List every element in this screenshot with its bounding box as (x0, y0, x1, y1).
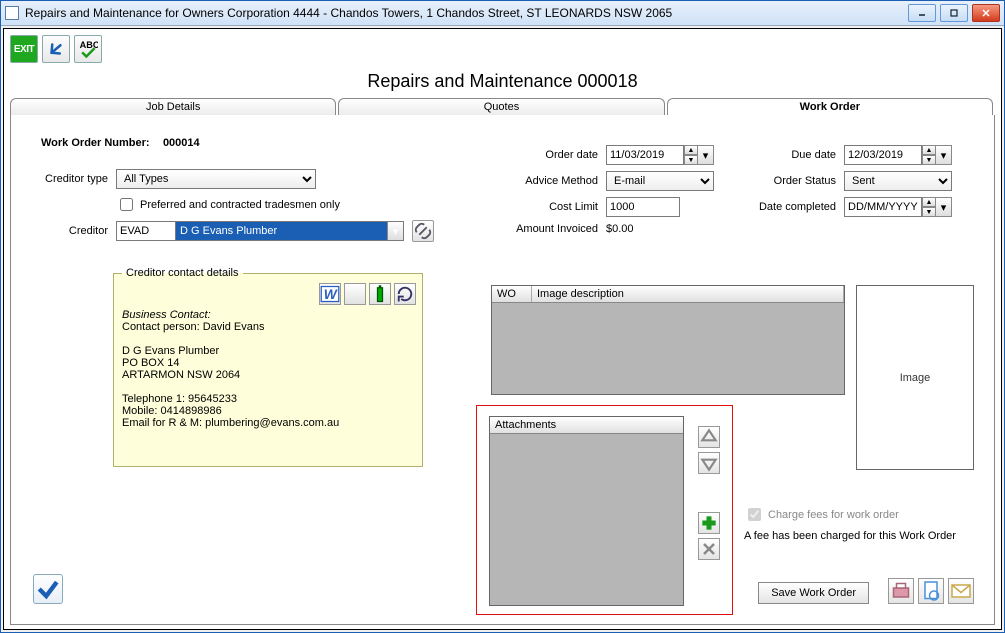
preview-icon[interactable] (918, 578, 944, 604)
charge-fees-input (748, 508, 761, 521)
creditor-addr2: ARTARMON NSW 2064 (122, 369, 414, 381)
app-icon (5, 6, 19, 20)
advice-method-label: Advice Method (491, 175, 606, 187)
creditor-type-label: Creditor type (31, 173, 116, 185)
contact-person: Contact person: David Evans (122, 321, 414, 333)
order-date-label: Order date (491, 149, 606, 161)
spellcheck-button[interactable]: ABC (74, 35, 102, 63)
maximize-button[interactable] (940, 4, 968, 22)
cost-limit-label: Cost Limit (491, 201, 606, 213)
minimize-button[interactable] (908, 4, 936, 22)
date-completed-dropdown[interactable]: ▾ (936, 197, 952, 217)
window-title: Repairs and Maintenance for Owners Corpo… (25, 6, 908, 20)
date-completed-label: Date completed (744, 201, 844, 213)
creditor-phone: Telephone 1: 95645233 (122, 393, 414, 405)
chevron-down-icon[interactable]: ▾ (387, 222, 403, 240)
page-title: Repairs and Maintenance 000018 (10, 69, 995, 98)
creditor-name-value: D G Evans Plumber (180, 225, 277, 237)
due-date-input[interactable] (844, 145, 922, 165)
creditor-contact-legend: Creditor contact details (122, 267, 243, 279)
attachments-grid[interactable]: Attachments (489, 416, 684, 606)
svg-text:ABC: ABC (80, 40, 98, 50)
creditor-addr1: PO BOX 14 (122, 357, 414, 369)
amount-invoiced-label: Amount Invoiced (491, 223, 606, 235)
charge-fees-checkbox: Charge fees for work order (744, 505, 974, 524)
order-date-input[interactable] (606, 145, 684, 165)
due-date-label: Due date (744, 149, 844, 161)
svg-text:W: W (324, 287, 338, 302)
wonum-value: 000014 (163, 137, 200, 149)
close-button[interactable] (972, 4, 1000, 22)
image-preview: Image (856, 285, 974, 470)
link-button[interactable] (412, 220, 434, 242)
print-icon[interactable] (888, 578, 914, 604)
remove-attachment-button[interactable] (698, 538, 720, 560)
due-date-dropdown[interactable]: ▾ (936, 145, 952, 165)
creditor-label: Creditor (31, 225, 116, 237)
creditor-code-input[interactable]: EVAD (116, 221, 176, 241)
image-grid[interactable]: WO Image description (491, 285, 845, 395)
undo-button[interactable] (42, 35, 70, 63)
preferred-tradesmen-input[interactable] (120, 198, 133, 211)
fee-charged-message: A fee has been charged for this Work Ord… (744, 530, 974, 542)
battery-icon[interactable] (369, 283, 391, 305)
order-status-label: Order Status (744, 175, 844, 187)
date-completed-input[interactable] (844, 197, 922, 217)
titlebar: Repairs and Maintenance for Owners Corpo… (1, 1, 1004, 26)
attachments-panel: Attachments (476, 405, 733, 615)
creditor-name-line: D G Evans Plumber (122, 345, 414, 357)
order-status-select[interactable]: Sent (844, 171, 952, 191)
tab-work-order[interactable]: Work Order (667, 98, 993, 115)
cost-limit-input[interactable] (606, 197, 680, 217)
amount-invoiced-value: $0.00 (606, 223, 634, 235)
toolbar: EXIT ABC (10, 33, 995, 69)
order-date-dropdown[interactable]: ▾ (698, 145, 714, 165)
move-up-button[interactable] (698, 426, 720, 448)
wonum-label: Work Order Number: (41, 137, 150, 149)
preferred-tradesmen-checkbox[interactable]: Preferred and contracted tradesmen only (116, 195, 340, 214)
blank-action-1[interactable] (344, 283, 366, 305)
creditor-email: Email for R & M: plumbering@evans.com.au (122, 417, 414, 429)
email-icon[interactable] (948, 578, 974, 604)
creditor-type-select[interactable]: All Types (116, 169, 316, 189)
due-date-spinner[interactable]: ▲▼ (922, 145, 936, 165)
order-date-spinner[interactable]: ▲▼ (684, 145, 698, 165)
charge-fees-label: Charge fees for work order (768, 509, 899, 521)
confirm-button[interactable] (33, 574, 63, 604)
creditor-contact-panel: Creditor contact details W Business Cont… (113, 267, 423, 467)
attachments-header: Attachments (490, 417, 683, 434)
advice-method-select[interactable]: E-mail (606, 171, 714, 191)
tab-quotes[interactable]: Quotes (338, 98, 664, 115)
grid-col-desc: Image description (532, 286, 844, 302)
word-icon[interactable]: W (319, 283, 341, 305)
creditor-mobile: Mobile: 0414898986 (122, 405, 414, 417)
refresh-icon[interactable] (394, 283, 416, 305)
grid-col-wo: WO (492, 286, 532, 302)
date-completed-spinner[interactable]: ▲▼ (922, 197, 936, 217)
save-work-order-button[interactable]: Save Work Order (758, 582, 869, 604)
tab-job-details[interactable]: Job Details (10, 98, 336, 115)
tabbar: Job Details Quotes Work Order (10, 98, 995, 115)
creditor-name-select[interactable]: D G Evans Plumber ▾ (176, 221, 404, 241)
exit-button[interactable]: EXIT (10, 35, 38, 63)
move-down-button[interactable] (698, 452, 720, 474)
preferred-tradesmen-label: Preferred and contracted tradesmen only (140, 199, 340, 211)
business-contact-heading: Business Contact: (122, 309, 414, 321)
add-attachment-button[interactable] (698, 512, 720, 534)
